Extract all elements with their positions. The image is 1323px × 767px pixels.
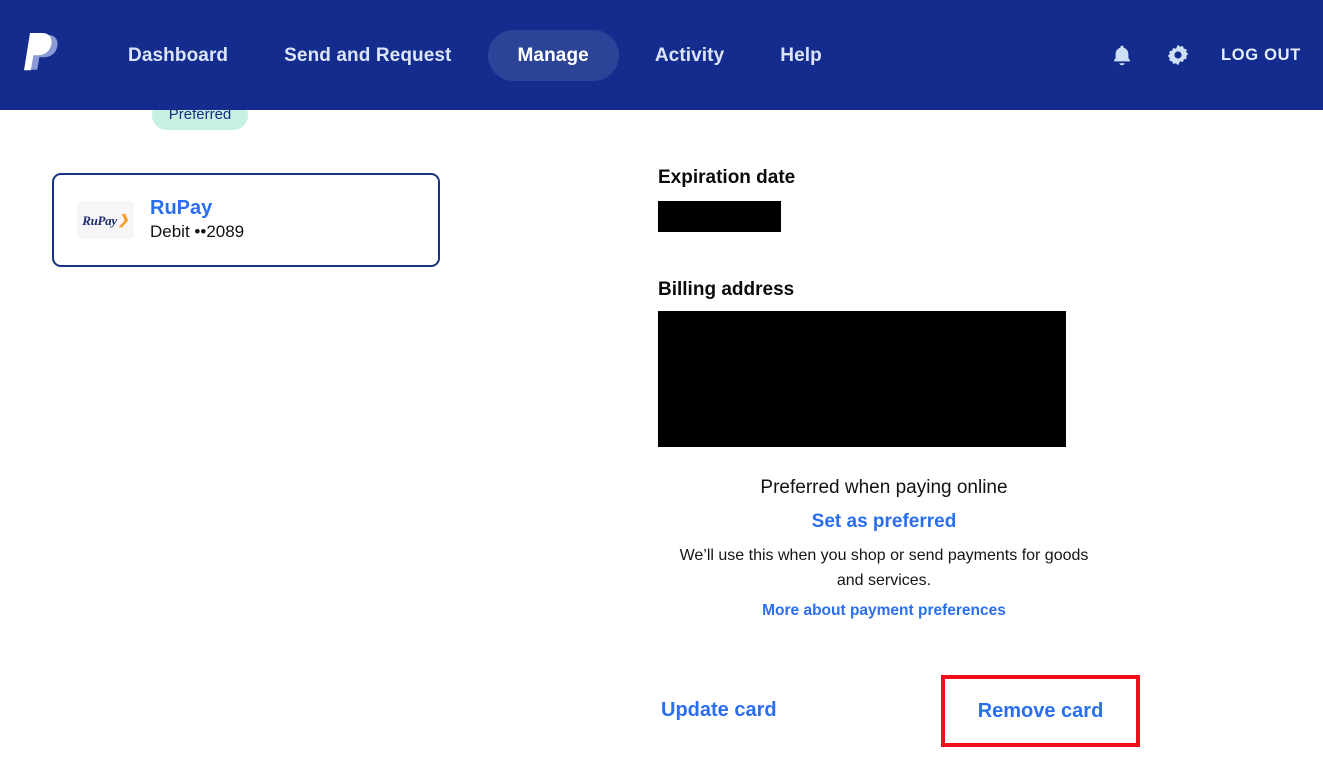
update-card-link[interactable]: Update card xyxy=(661,698,777,722)
payment-card-tile-rupay[interactable]: RuPay ❯ RuPay Debit ••2089 xyxy=(52,173,440,267)
card-details-panel: Expiration date Billing address Preferre… xyxy=(658,166,1110,620)
card-name: RuPay xyxy=(150,197,213,220)
billing-address-label: Billing address xyxy=(658,278,795,300)
card-tile-text-group: RuPay Debit ••2089 xyxy=(150,197,244,242)
rupay-logo-text: RuPay xyxy=(82,212,117,228)
nav-item-dashboard[interactable]: Dashboard xyxy=(100,46,256,65)
expiration-date-redacted-value xyxy=(658,200,781,232)
remove-card-highlight-annotation: Remove card xyxy=(941,675,1140,747)
rupay-logo-arrow-icon: ❯ xyxy=(117,212,129,227)
nav-item-help[interactable]: Help xyxy=(752,46,850,65)
set-as-preferred-link[interactable]: Set as preferred xyxy=(658,510,1110,535)
nav-item-manage[interactable]: Manage xyxy=(487,29,619,81)
paypal-logo[interactable] xyxy=(22,31,62,79)
bell-icon[interactable] xyxy=(1109,42,1135,68)
primary-navigation: Dashboard Send and Request Manage Activi… xyxy=(100,29,850,81)
billing-address-redacted-value xyxy=(658,310,1066,447)
preference-status-text: Preferred when paying online xyxy=(760,476,1008,498)
rupay-logo-icon: RuPay ❯ xyxy=(77,201,134,239)
more-about-payment-preferences-link[interactable]: More about payment preferences xyxy=(762,602,1006,620)
nav-item-activity[interactable]: Activity xyxy=(627,46,752,65)
preference-description: We’ll use this when you shop or send pay… xyxy=(679,546,1089,589)
payment-preference-section: Preferred when paying online Set as pref… xyxy=(658,476,1110,621)
navbar-utility-group: LOG OUT xyxy=(1109,42,1301,68)
logout-button[interactable]: LOG OUT xyxy=(1221,46,1301,65)
nav-item-send-and-request[interactable]: Send and Request xyxy=(256,46,479,65)
top-navigation-bar: Dashboard Send and Request Manage Activi… xyxy=(0,0,1323,110)
expiration-date-label: Expiration date xyxy=(658,167,796,188)
remove-card-link[interactable]: Remove card xyxy=(978,699,1104,723)
gear-icon[interactable] xyxy=(1165,42,1191,68)
card-type-and-last4: Debit ••2089 xyxy=(150,222,245,242)
